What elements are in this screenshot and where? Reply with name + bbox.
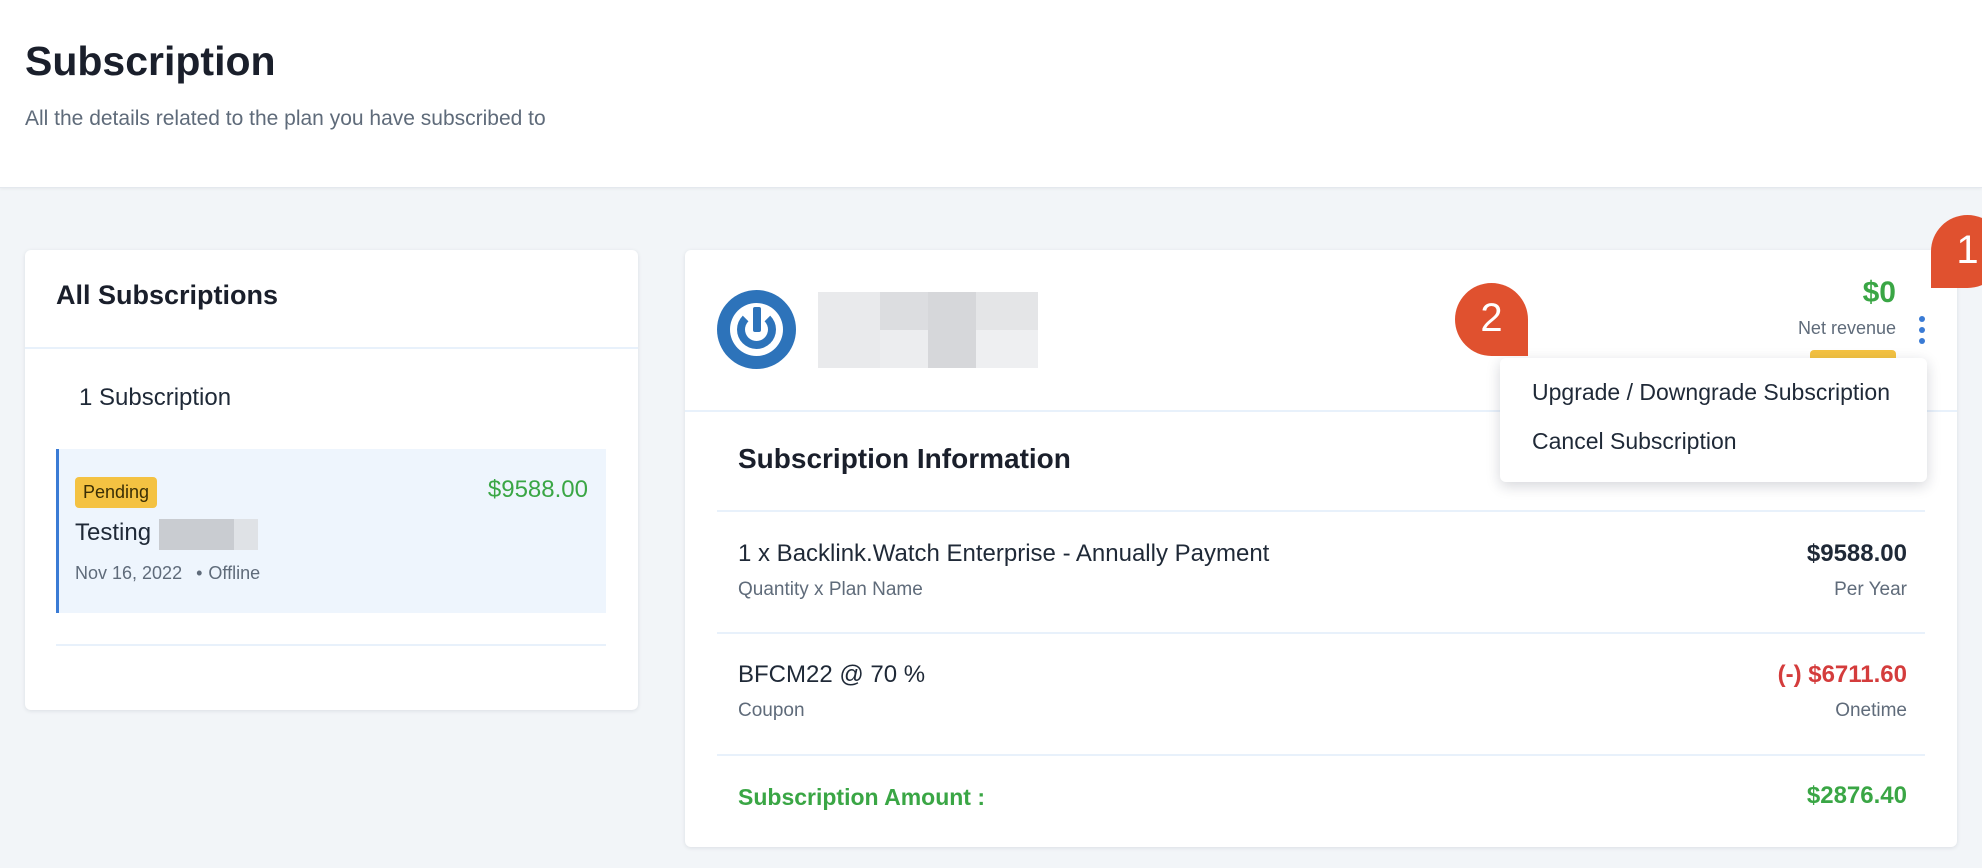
plan-period: Per Year [1834,579,1907,600]
power-logo-icon [717,290,796,369]
subscription-information-title: Subscription Information [738,443,1071,474]
subscription-name: Testing [75,519,152,546]
redacted-block [880,330,928,368]
redacted-block [976,330,1038,368]
plan-price: $9588.00 [1806,540,1907,567]
redacted-block [928,292,976,368]
redacted-block [818,292,880,368]
subscription-count: 1 Subscription [79,384,232,411]
status-badge: Pending [75,477,158,508]
page-subtitle: All the details related to the plan you … [25,107,546,130]
subscription-mode: Offline [208,563,261,583]
divider [717,632,1925,634]
step-marker-1: 1 [1931,215,1982,288]
divider [56,644,606,646]
divider [25,347,638,349]
all-subscriptions-title: All Subscriptions [56,280,279,310]
subscription-amount-value: $2876.40 [1806,782,1907,809]
subscription-list-item[interactable]: Pending $9588.00 Testing Nov 16, 2022 • Of… [56,449,606,613]
cancel-subscription-menu-item[interactable]: Cancel Subscription [1532,428,1737,455]
plan-line-label: Quantity x Plan Name [738,579,923,600]
subscription-amount: $9588.00 [487,476,588,503]
upgrade-downgrade-menu-item[interactable]: Upgrade / Downgrade Subscription [1532,379,1890,406]
net-revenue-amount: $0 [1862,276,1896,309]
all-subscriptions-card: All Subscriptions 1 Subscription Pending… [25,250,638,710]
step-marker-2: 2 [1455,283,1528,356]
subscription-amount-label: Subscription Amount : [738,784,986,810]
subscription-meta: Nov 16, 2022 • Offline [75,563,260,584]
redacted-name-block [234,519,258,550]
coupon-discount: (-) $6711.60 [1777,661,1907,688]
separator-dot: • [196,563,203,583]
page-header: Subscription All the details related to … [0,0,1982,188]
page-title: Subscription [25,38,276,84]
more-options-icon[interactable] [1917,315,1927,345]
divider [717,754,1925,756]
coupon-frequency: Onetime [1835,700,1907,721]
divider [717,510,1925,512]
coupon-line: BFCM22 @ 70 % [738,661,926,688]
net-revenue-label: Net revenue [1797,318,1896,338]
coupon-line-label: Coupon [738,700,805,721]
plan-line: 1 x Backlink.Watch Enterprise - Annually… [738,540,1270,567]
options-dropdown-menu: Upgrade / Downgrade Subscription Cancel … [1500,358,1927,482]
subscription-date: Nov 16, 2022 [75,563,183,583]
subscription-detail-card: $0 Net revenue Subscription Information … [685,250,1957,847]
